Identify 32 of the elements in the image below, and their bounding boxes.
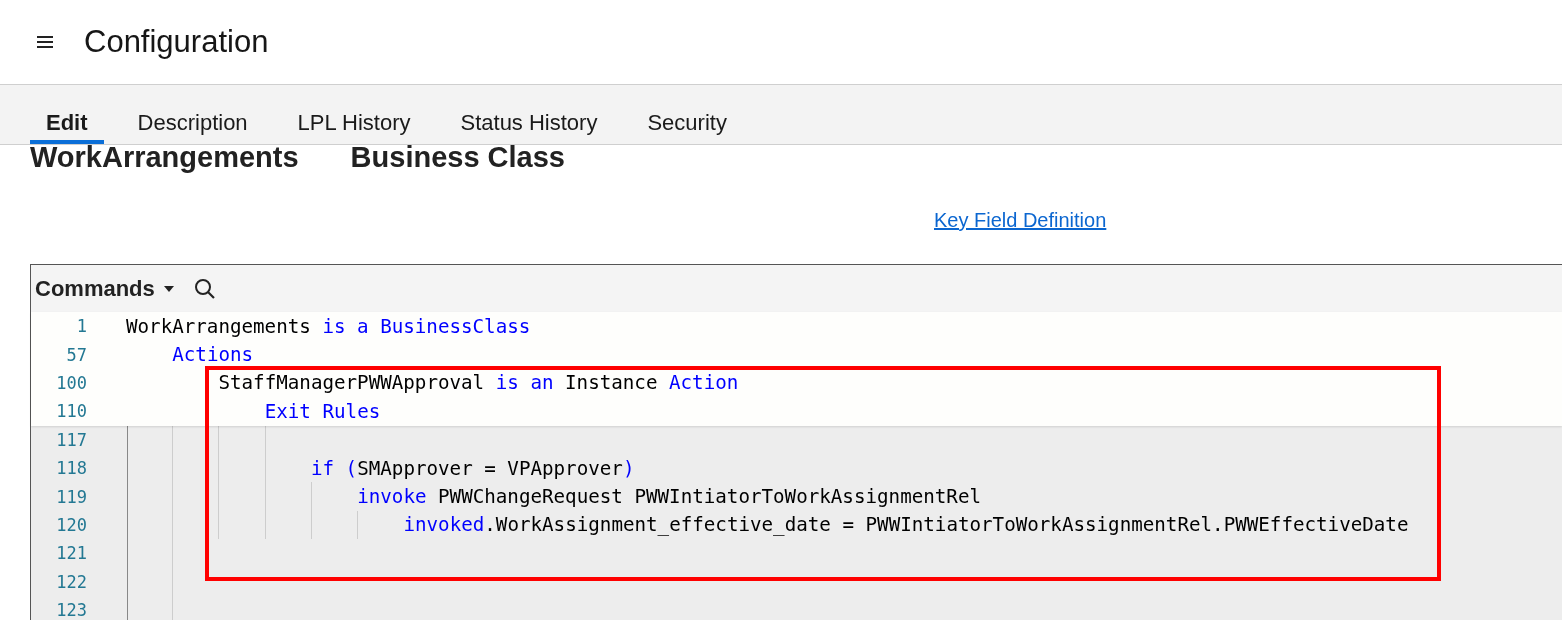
line-number: 120: [55, 514, 87, 535]
key-field-link[interactable]: Key Field Definition: [934, 209, 1107, 231]
class-name: WorkArrangements: [30, 141, 299, 174]
code-line: Actions: [172, 343, 254, 367]
tab[interactable]: Description: [121, 85, 264, 144]
line-number: 1: [75, 316, 87, 337]
code-line: if (SMApprover = VPApprover): [310, 456, 635, 480]
tab[interactable]: LPL History: [281, 85, 427, 144]
tab[interactable]: Status History: [444, 85, 614, 144]
line-number: 118: [55, 458, 87, 479]
caret-icon: [162, 284, 175, 293]
commands-menu-button[interactable]: Commands: [35, 275, 175, 302]
line-number: 117: [55, 429, 87, 450]
page-title: Configuration: [84, 24, 269, 60]
line-number: 110: [55, 401, 87, 422]
code-line: WorkArrangements is a BusinessClass: [126, 314, 531, 338]
tab[interactable]: Security: [631, 85, 743, 144]
line-number: 57: [65, 344, 87, 365]
code-line: invoke PWWChangeRequest PWWIntiatorToWorkAssignmentRel: [357, 485, 981, 509]
line-number: 119: [55, 486, 87, 507]
line-number: 122: [55, 571, 87, 592]
menu-icon: [34, 33, 56, 51]
line-number: 100: [55, 372, 87, 393]
tab[interactable]: Edit: [30, 85, 104, 144]
code-line: StaffManagerPWWApproval is an Instance Action: [218, 371, 739, 395]
code-line: Exit Rules: [264, 399, 381, 423]
code-line: invoked.WorkAssignment_effective_date = PWWIntiatorToWorkAssignmentRel.PWWEffectiveDate: [403, 513, 1409, 537]
line-number: 121: [55, 543, 87, 564]
search-icon: [192, 276, 217, 301]
search-button[interactable]: [192, 276, 217, 301]
class-type: Business Class: [350, 141, 565, 174]
line-number: 123: [55, 600, 87, 620]
